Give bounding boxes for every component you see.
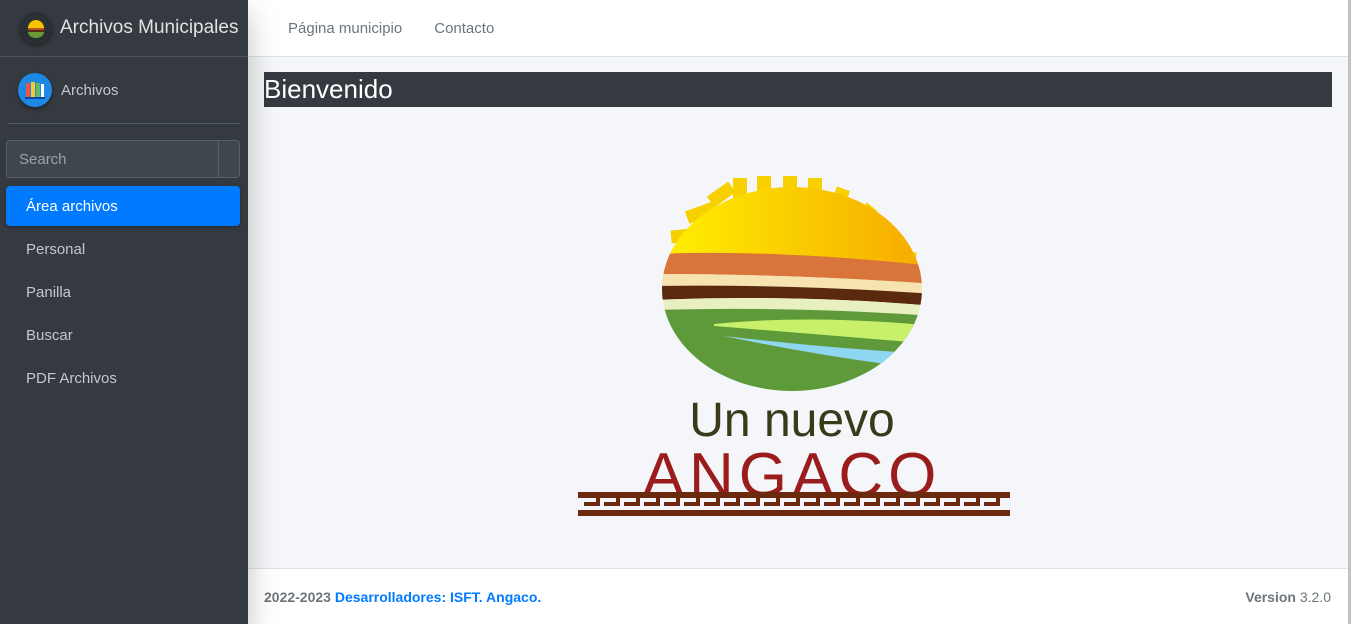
footer-developers-link[interactable]: Desarrolladores: ISFT. Angaco.	[335, 589, 541, 605]
sidebar: Archivos Municipales Archivos Área archi…	[0, 0, 248, 624]
user-panel[interactable]: Archivos	[8, 57, 240, 124]
nav-link-pagina-municipio[interactable]: Página municipio	[288, 20, 402, 37]
main-content: Bienvenido Un nuevo ANGACO	[264, 72, 1332, 516]
version-label: Version	[1245, 588, 1296, 605]
brand-link[interactable]: Archivos Municipales	[0, 0, 248, 57]
search-input[interactable]	[7, 141, 218, 177]
top-navbar: Página municipio Contacto	[248, 0, 1351, 57]
search-button[interactable]	[218, 141, 239, 177]
sidebar-item-buscar[interactable]: Buscar	[6, 315, 240, 355]
brand-title: Archivos Municipales	[60, 17, 239, 38]
sidebar-item-pdf-archivos[interactable]: PDF Archivos	[6, 358, 240, 398]
version-value: 3.2.0	[1299, 588, 1331, 605]
footer-years: 2022-2023	[264, 588, 331, 605]
brand-logo-icon	[20, 12, 52, 44]
footer-credits: 2022-2023 Desarrolladores: ISFT. Angaco.	[264, 589, 541, 605]
archive-avatar-icon	[18, 73, 52, 107]
angaco-logo: Un nuevo ANGACO	[574, 174, 1014, 524]
page-title: Bienvenido	[264, 72, 1332, 107]
logo-line-1: Un nuevo	[689, 394, 894, 447]
nav-link-contacto[interactable]: Contacto	[434, 20, 494, 37]
sidebar-search	[6, 140, 240, 178]
user-name: Archivos	[61, 81, 119, 99]
footer-version: Version 3.2.0	[1245, 589, 1331, 605]
footer: 2022-2023 Desarrolladores: ISFT. Angaco.…	[248, 568, 1351, 624]
sidebar-item-area-archivos[interactable]: Área archivos	[6, 186, 240, 226]
sidebar-item-panilla[interactable]: Panilla	[6, 272, 240, 312]
sidebar-nav: Área archivos Personal Panilla Buscar PD…	[6, 186, 240, 398]
sidebar-item-personal[interactable]: Personal	[6, 229, 240, 269]
